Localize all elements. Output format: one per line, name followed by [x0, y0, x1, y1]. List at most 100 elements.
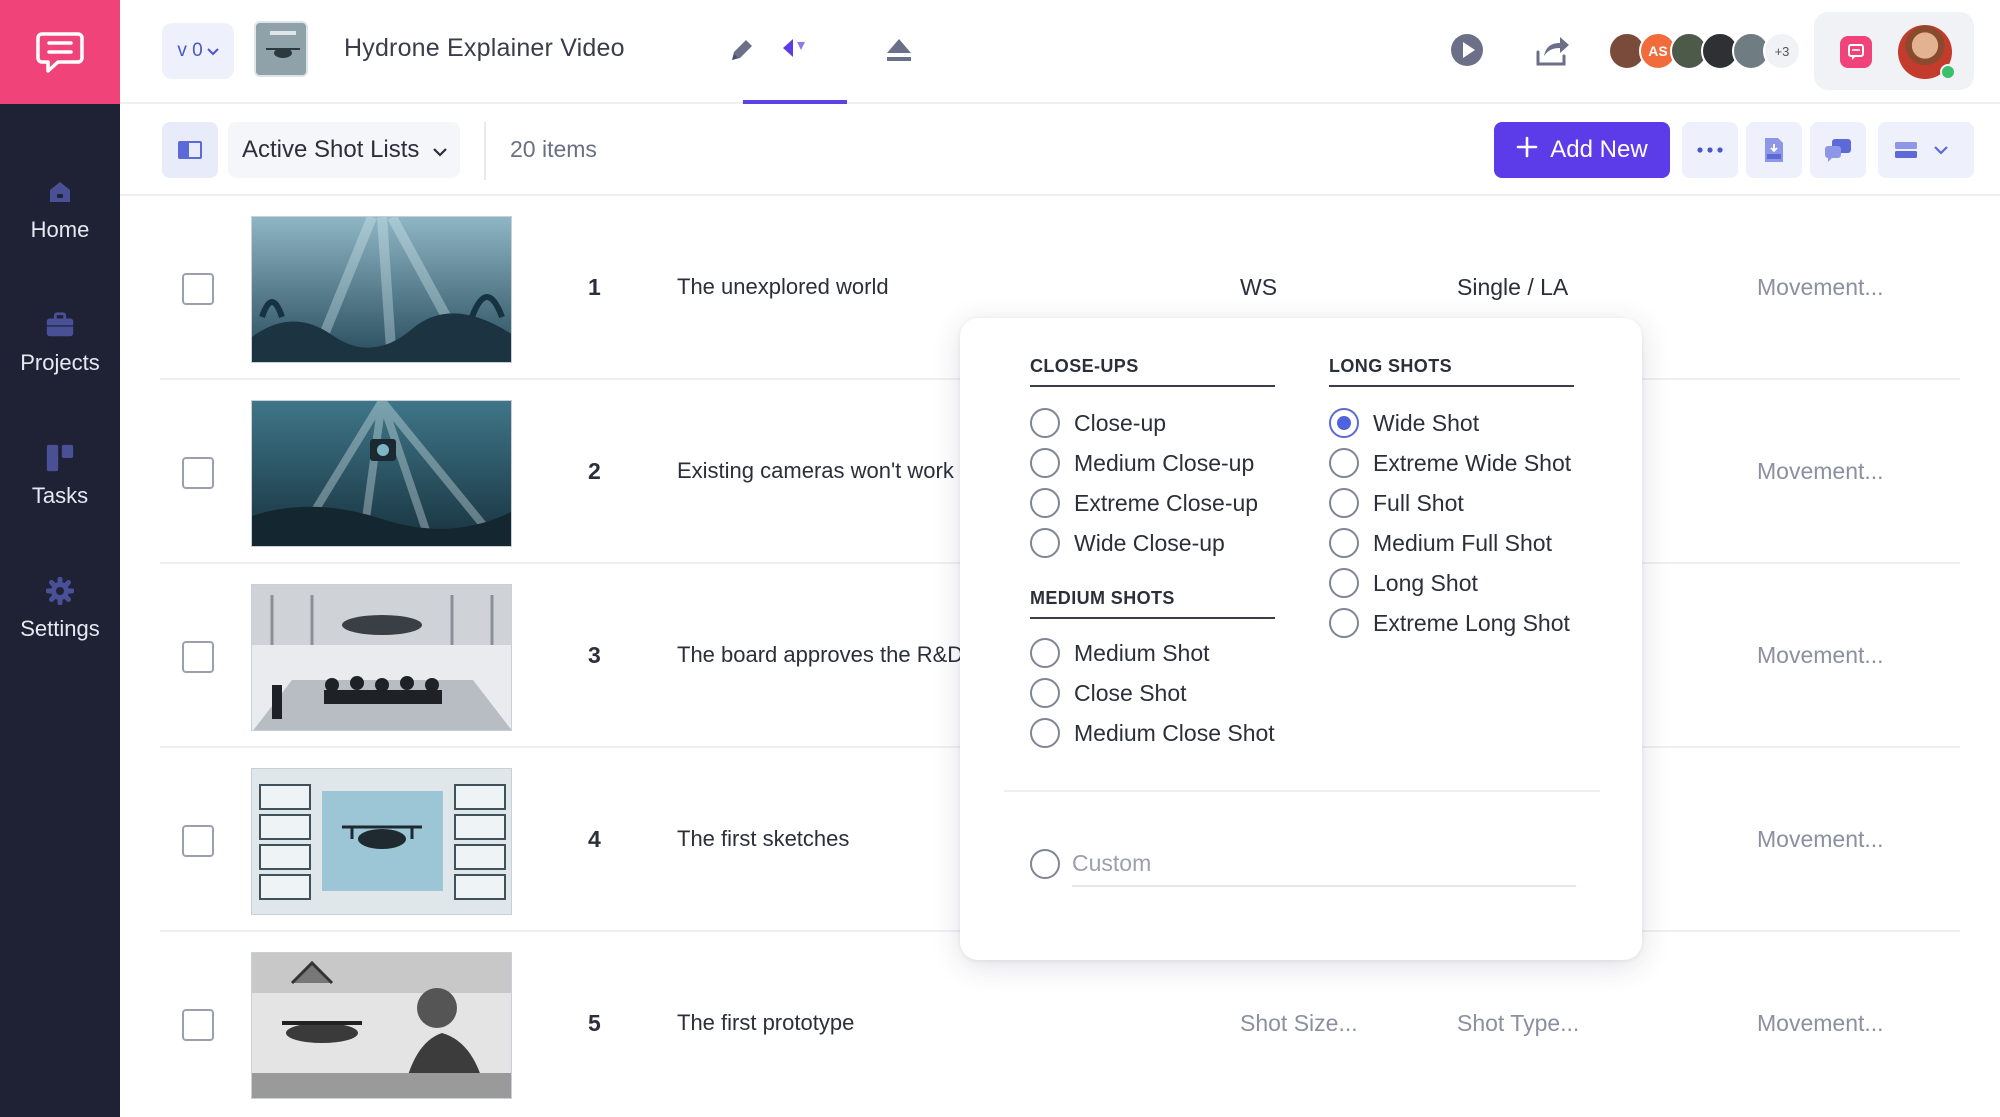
radio-button-selected[interactable] — [1329, 408, 1359, 438]
radio-button[interactable] — [1329, 528, 1359, 558]
shot-description[interactable]: The board approves the R&D — [677, 642, 963, 668]
list-toolbar: Active Shot Lists 20 items Add New — [120, 106, 2000, 196]
play-button[interactable] — [1447, 30, 1487, 75]
shot-thumbnail[interactable] — [251, 216, 512, 363]
chat-bubbles-icon — [1825, 139, 1851, 162]
shot-thumbnail[interactable] — [251, 584, 512, 731]
export-pdf-button[interactable] — [1746, 122, 1802, 178]
tab-export[interactable] — [847, 0, 951, 104]
shot-number: 4 — [588, 826, 601, 852]
movement-cell[interactable]: Movement... — [1757, 458, 1884, 485]
radio-button[interactable] — [1030, 638, 1060, 668]
project-thumbnail[interactable] — [254, 21, 308, 77]
version-label: v 0 — [177, 40, 203, 61]
row-checkbox[interactable] — [182, 1009, 214, 1041]
shot-thumbnail[interactable] — [251, 952, 512, 1099]
panel-icon — [178, 141, 202, 159]
sidebar-item-settings[interactable]: Settings — [0, 559, 120, 659]
radio-button[interactable] — [1030, 448, 1060, 478]
app-logo[interactable] — [0, 0, 120, 104]
row-checkbox[interactable] — [182, 457, 214, 489]
long-shots-heading: LONG SHOTS — [1329, 356, 1574, 387]
option-close-shot[interactable]: Close Shot — [1030, 676, 1187, 710]
radio-button[interactable] — [1030, 528, 1060, 558]
shot-description[interactable]: The unexplored world — [677, 274, 889, 300]
option-full-shot[interactable]: Full Shot — [1329, 486, 1464, 520]
shot-type-cell[interactable]: Shot Type... — [1457, 1010, 1579, 1037]
shot-size-cell[interactable]: Shot Size... — [1240, 1010, 1358, 1037]
option-label: Medium Shot — [1074, 639, 1210, 666]
shot-description[interactable]: The first sketches — [677, 826, 849, 852]
shot-thumbnail[interactable] — [251, 400, 512, 547]
movement-cell[interactable]: Movement... — [1757, 274, 1884, 301]
row-checkbox[interactable] — [182, 273, 214, 305]
option-close-up[interactable]: Close-up — [1030, 406, 1166, 440]
chevron-down-icon — [206, 40, 219, 62]
sidebar-item-label: Projects — [20, 350, 100, 375]
row-checkbox[interactable] — [182, 825, 214, 857]
option-medium-shot[interactable]: Medium Shot — [1030, 636, 1210, 670]
comments-panel-button[interactable] — [1810, 122, 1866, 178]
shot-list-selector[interactable]: Active Shot Lists — [228, 122, 460, 178]
sidebar-item-home[interactable]: Home — [0, 160, 120, 260]
option-label: Extreme Long Shot — [1373, 609, 1570, 636]
shot-type-cell[interactable]: Single / LA — [1457, 274, 1568, 301]
option-label: Medium Full Shot — [1373, 529, 1552, 556]
sidebar-item-projects[interactable]: Projects — [0, 293, 120, 393]
version-selector[interactable]: v 0 — [162, 23, 234, 79]
project-title[interactable]: Hydrone Explainer Video — [344, 34, 625, 63]
radio-button[interactable] — [1329, 488, 1359, 518]
custom-option[interactable] — [1030, 841, 1576, 887]
tab-shot-list[interactable] — [743, 0, 847, 104]
radio-button[interactable] — [1030, 849, 1060, 879]
radio-button[interactable] — [1030, 488, 1060, 518]
more-users-badge[interactable]: +3 — [1763, 32, 1801, 70]
movement-cell[interactable]: Movement... — [1757, 1010, 1884, 1037]
radio-button[interactable] — [1030, 678, 1060, 708]
add-new-button[interactable]: Add New — [1494, 122, 1670, 178]
option-wide-close-up[interactable]: Wide Close-up — [1030, 526, 1225, 560]
option-wide-shot[interactable]: Wide Shot — [1329, 406, 1479, 440]
custom-shot-size-input[interactable] — [1072, 841, 1576, 887]
collaborator-avatars[interactable]: AS +3 — [1608, 32, 1801, 70]
movement-cell[interactable]: Movement... — [1757, 826, 1884, 853]
share-button[interactable] — [1532, 30, 1572, 75]
radio-button[interactable] — [1329, 448, 1359, 478]
option-extreme-wide-shot[interactable]: Extreme Wide Shot — [1329, 446, 1571, 480]
row-checkbox[interactable] — [182, 641, 214, 673]
rows-layout-icon — [1895, 142, 1917, 158]
option-long-shot[interactable]: Long Shot — [1329, 566, 1478, 600]
option-label: Close Shot — [1074, 679, 1187, 706]
chevron-down-icon — [1934, 145, 1948, 155]
radio-button[interactable] — [1030, 408, 1060, 438]
comments-button[interactable] — [1840, 36, 1872, 68]
option-medium-close-shot[interactable]: Medium Close Shot — [1030, 716, 1275, 750]
shot-description[interactable]: Existing cameras won't work — [677, 458, 954, 484]
sidebar-toggle-button[interactable] — [162, 122, 218, 178]
sidebar-item-tasks[interactable]: Tasks — [0, 426, 120, 526]
shot-description[interactable]: The first prototype — [677, 1010, 854, 1036]
option-label: Wide Close-up — [1074, 529, 1225, 556]
more-dots-icon — [1697, 147, 1723, 153]
shot-size-cell[interactable]: WS — [1240, 274, 1277, 301]
option-label: Wide Shot — [1373, 409, 1480, 436]
shot-thumbnail[interactable] — [251, 768, 512, 915]
option-extreme-close-up[interactable]: Extreme Close-up — [1030, 486, 1258, 520]
more-options-button[interactable] — [1682, 122, 1738, 178]
option-label: Full Shot — [1373, 489, 1464, 516]
play-icon — [1451, 34, 1483, 66]
shot-number: 2 — [588, 458, 601, 484]
movement-cell[interactable]: Movement... — [1757, 642, 1884, 669]
view-layout-selector[interactable] — [1878, 122, 1974, 178]
option-medium-full-shot[interactable]: Medium Full Shot — [1329, 526, 1552, 560]
shot-list-name: Active Shot Lists — [242, 136, 420, 163]
items-count: 20 items — [510, 136, 597, 162]
option-label: Extreme Close-up — [1074, 489, 1259, 516]
sidebar-item-label: Home — [30, 217, 90, 242]
radio-button[interactable] — [1329, 608, 1359, 638]
option-extreme-long-shot[interactable]: Extreme Long Shot — [1329, 606, 1570, 640]
radio-button[interactable] — [1030, 718, 1060, 748]
option-medium-close-up[interactable]: Medium Close-up — [1030, 446, 1254, 480]
briefcase-icon — [45, 310, 75, 340]
radio-button[interactable] — [1329, 568, 1359, 598]
